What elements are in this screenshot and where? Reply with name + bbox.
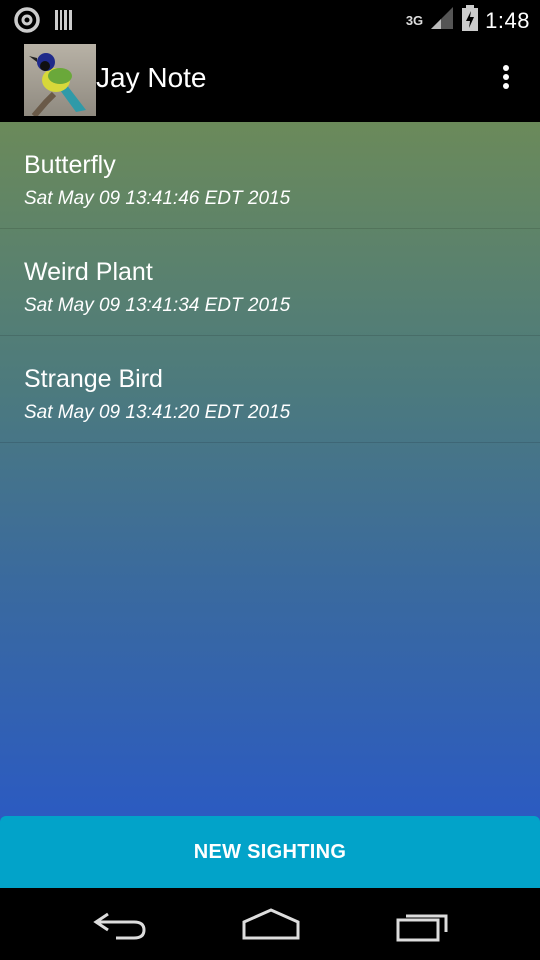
sighting-date: Sat May 09 13:41:20 EDT 2015 [24,402,291,423]
sighting-date: Sat May 09 13:41:46 EDT 2015 [24,188,291,209]
notification-ring-icon [14,7,40,38]
barcode-icon [54,8,74,37]
navigation-bar [0,888,540,960]
sightings-list-area: Butterfly Sat May 09 13:41:46 EDT 2015 W… [0,122,540,888]
list-item[interactable]: Butterfly Sat May 09 13:41:46 EDT 2015 [0,122,540,229]
recent-apps-icon[interactable] [390,904,460,944]
home-icon[interactable] [236,904,306,944]
status-bar: 3G 1:48 [0,0,540,40]
sighting-title: Weird Plant [24,258,153,286]
back-icon[interactable] [86,904,156,944]
app-logo[interactable] [24,44,96,116]
list-item[interactable]: Weird Plant Sat May 09 13:41:34 EDT 2015 [0,229,540,336]
sighting-title: Strange Bird [24,365,163,393]
app-title: Jay Note [96,62,207,93]
signal-icon [429,5,455,36]
action-bar: Jay Note [0,40,540,122]
sightings-list: Butterfly Sat May 09 13:41:46 EDT 2015 W… [0,122,540,443]
screen: 3G 1:48 Jay Note Butterfly Sat May 09 13… [0,0,540,960]
clock: 1:48 [485,7,530,33]
overflow-menu-icon[interactable] [494,62,518,98]
battery-charging-icon [461,4,479,37]
list-item[interactable]: Strange Bird Sat May 09 13:41:20 EDT 201… [0,336,540,443]
sighting-title: Butterfly [24,151,116,179]
new-sighting-button[interactable]: NEW SIGHTING [0,816,540,888]
network-type-label: 3G [405,12,424,28]
sighting-date: Sat May 09 13:41:34 EDT 2015 [24,295,291,316]
